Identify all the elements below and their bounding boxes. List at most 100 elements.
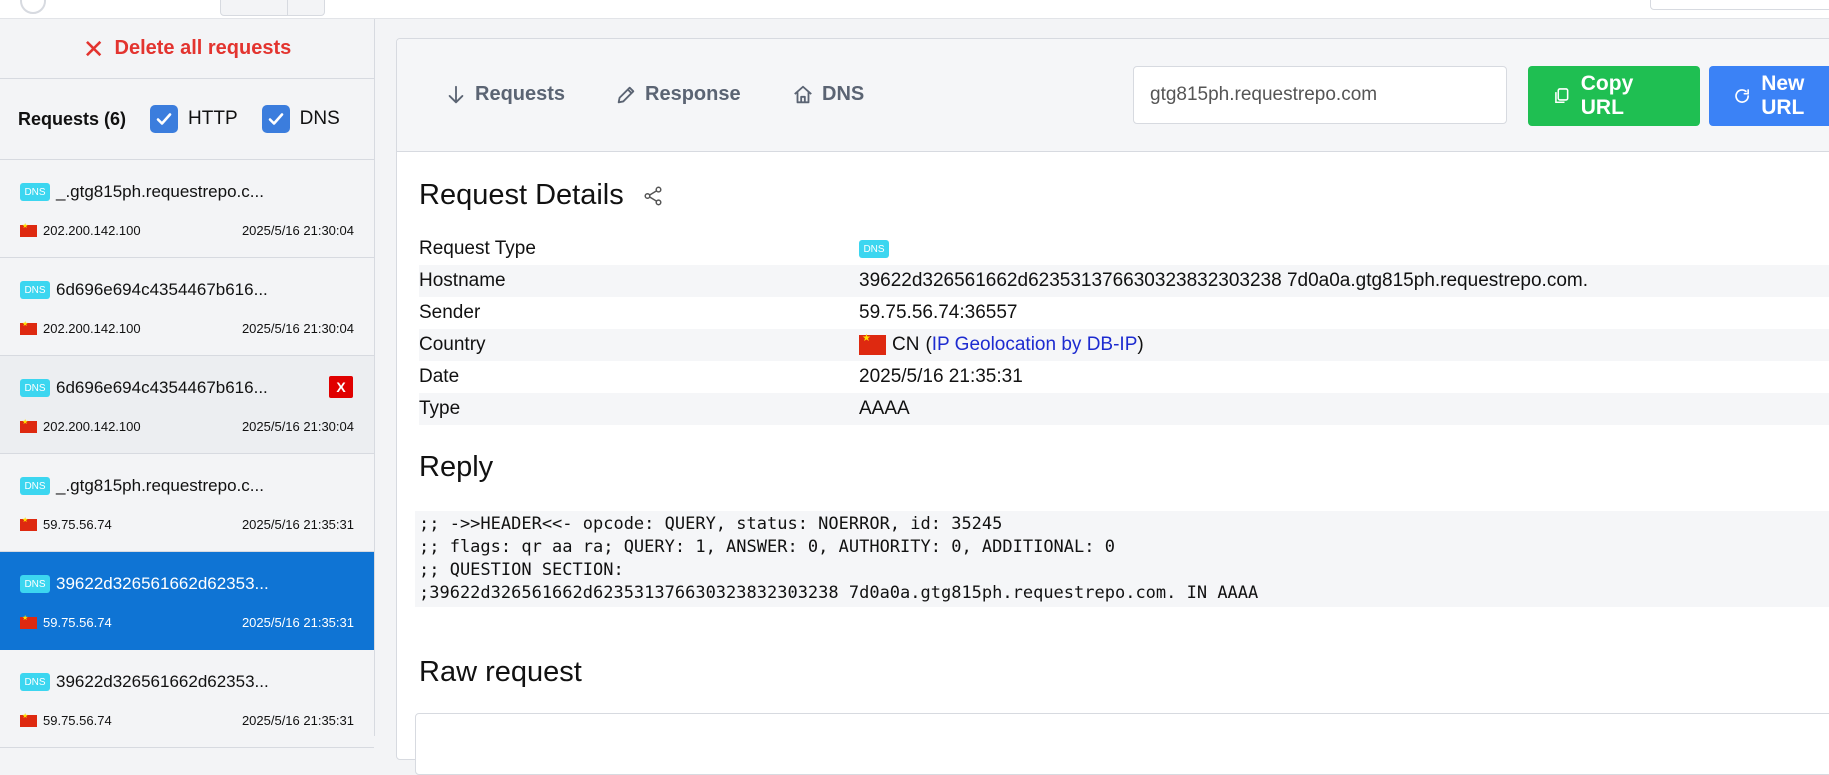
- checkbox-checked-icon[interactable]: [150, 105, 179, 133]
- request-date: 2025/5/16 21:35:31: [241, 615, 354, 630]
- dns-badge: DNS: [20, 477, 50, 495]
- detail-key: Date: [419, 366, 460, 387]
- copy-url-label: Copy URL: [1580, 72, 1634, 119]
- checkbox-checked-icon[interactable]: [261, 105, 290, 133]
- country-code: CN: [892, 334, 920, 355]
- request-date: 2025/5/16 21:30:04: [241, 321, 354, 336]
- requests-count-title: Requests (6): [18, 108, 127, 129]
- sender-value: 59.75.56.74:36557: [859, 302, 1018, 323]
- request-ip: 202.200.142.100: [43, 223, 141, 238]
- dns-filter-checkbox[interactable]: DNS: [261, 105, 340, 133]
- new-url-button[interactable]: New URL: [1709, 66, 1829, 126]
- china-flag-icon: [20, 320, 37, 335]
- delete-all-label: Delete all requests: [114, 37, 292, 59]
- china-flag-icon: [20, 712, 37, 727]
- request-ip: 59.75.56.74: [43, 713, 112, 728]
- tab-dns[interactable]: DNS: [792, 83, 864, 106]
- geolocation-link[interactable]: IP Geolocation by DB-IP: [932, 334, 1138, 355]
- request-item[interactable]: DNS 6d696e694c4354467b616... 202.200.142…: [0, 258, 374, 356]
- request-date: 2025/5/16 21:30:04: [241, 223, 354, 238]
- top-nav: Requests Response DNS Copy URL New URL: [397, 39, 1829, 152]
- request-ip: 59.75.56.74: [43, 615, 112, 630]
- detail-key: Sender: [419, 302, 481, 323]
- tab-response-label: Response: [645, 83, 741, 105]
- dns-badge: DNS: [20, 281, 50, 299]
- request-item[interactable]: DNS 6d696e694c4354467b616... X 202.200.1…: [0, 356, 374, 454]
- top-right-input[interactable]: [1650, 0, 1829, 10]
- delete-request-button[interactable]: X: [329, 376, 353, 398]
- request-item[interactable]: DNS _.gtg815ph.requestrepo.c... 59.75.56…: [0, 454, 374, 552]
- raw-request-box: [415, 713, 1829, 775]
- http-filter-label: HTTP: [188, 108, 238, 129]
- main-panel: Requests Response DNS Copy URL New URL R…: [396, 38, 1829, 775]
- details-header: Request Details: [419, 179, 664, 212]
- request-item[interactable]: DNS 39622d326561662d62353... 59.75.56.74…: [0, 650, 374, 748]
- detail-row: Sender 59.75.56.74:36557: [419, 297, 1829, 329]
- filter-bar: Requests (6) HTTP DNS: [0, 79, 374, 160]
- request-ip: 202.200.142.100: [43, 419, 141, 434]
- detail-row: Hostname 39622d326561662d623531376630323…: [419, 265, 1829, 297]
- copy-url-button[interactable]: Copy URL: [1528, 66, 1700, 126]
- request-item[interactable]: DNS _.gtg815ph.requestrepo.c... 202.200.…: [0, 160, 374, 258]
- detail-key: Hostname: [419, 270, 506, 291]
- china-flag-icon: [20, 516, 37, 531]
- request-list: DNS _.gtg815ph.requestrepo.c... 202.200.…: [0, 160, 374, 748]
- request-name: _.gtg815ph.requestrepo.c...: [56, 476, 264, 495]
- hostname-value: 39622d326561662d623531376630323832303238…: [859, 270, 1589, 291]
- date-value: 2025/5/16 21:35:31: [859, 366, 1023, 387]
- tab-requests-label: Requests: [475, 83, 566, 105]
- delete-all-button[interactable]: ✕ Delete all requests: [0, 19, 374, 79]
- detail-key: Country: [419, 334, 486, 355]
- request-item-selected[interactable]: DNS 39622d326561662d62353... 59.75.56.74…: [0, 552, 374, 650]
- dns-badge: DNS: [20, 673, 50, 691]
- request-date: 2025/5/16 21:35:31: [241, 713, 354, 728]
- detail-row: Type AAAA: [419, 393, 1829, 425]
- sidebar: ✕ Delete all requests Requests (6) HTTP …: [0, 19, 375, 748]
- china-flag-icon: [859, 333, 886, 355]
- refresh-icon: [1735, 89, 1749, 103]
- details-table: Request Type DNS Hostname 39622d32656166…: [419, 233, 1829, 425]
- reply-line: ;; flags: qr aa ra; QUERY: 1, ANSWER: 0,…: [419, 537, 1115, 557]
- dns-badge: DNS: [20, 183, 50, 201]
- request-name: 6d696e694c4354467b616...: [56, 378, 268, 397]
- request-date: 2025/5/16 21:35:31: [241, 517, 354, 532]
- dns-badge: DNS: [20, 379, 50, 397]
- detail-row: Date 2025/5/16 21:35:31: [419, 361, 1829, 393]
- segmented-control[interactable]: [220, 0, 325, 16]
- tab-dns-label: DNS: [822, 83, 865, 105]
- url-input[interactable]: [1133, 66, 1507, 124]
- top-strip: [0, 0, 1829, 19]
- home-icon: [794, 85, 812, 103]
- arrow-down-icon: [448, 85, 464, 103]
- request-name: 39622d326561662d62353...: [56, 672, 269, 691]
- pencil-icon: [617, 86, 635, 103]
- copy-icon: [1555, 88, 1569, 104]
- request-date: 2025/5/16 21:30:04: [241, 419, 354, 434]
- tab-requests[interactable]: Requests: [445, 83, 565, 106]
- tab-response[interactable]: Response: [615, 83, 741, 106]
- new-url-label: New URL: [1761, 72, 1805, 119]
- detail-row: Country CN (IP Geolocation by DB-IP): [419, 329, 1829, 361]
- china-flag-icon: [20, 614, 37, 629]
- reply-line: ;; QUESTION SECTION:: [419, 560, 624, 580]
- request-details-title: Request Details: [419, 179, 624, 211]
- china-flag-icon: [20, 418, 37, 433]
- reply-line: ;; ->>HEADER<<- opcode: QUERY, status: N…: [419, 514, 1003, 534]
- type-value: AAAA: [859, 398, 910, 419]
- request-name: _.gtg815ph.requestrepo.c...: [56, 182, 264, 201]
- http-filter-checkbox[interactable]: HTTP: [150, 105, 238, 133]
- share-icon[interactable]: [642, 185, 664, 207]
- detail-key: Request Type: [419, 238, 536, 259]
- detail-row: Request Type DNS: [419, 233, 1829, 265]
- reply-title: Reply: [419, 451, 494, 483]
- reply-code-block: ;; ->>HEADER<<- opcode: QUERY, status: N…: [415, 511, 1829, 607]
- china-flag-icon: [20, 222, 37, 237]
- dns-badge: DNS: [20, 575, 50, 593]
- request-ip: 202.200.142.100: [43, 321, 141, 336]
- logo-circle: [20, 0, 46, 14]
- close-icon: ✕: [82, 33, 105, 64]
- detail-key: Type: [419, 398, 461, 419]
- dns-badge: DNS: [859, 240, 889, 258]
- raw-request-title: Raw request: [419, 656, 582, 688]
- request-name: 39622d326561662d62353...: [56, 574, 269, 593]
